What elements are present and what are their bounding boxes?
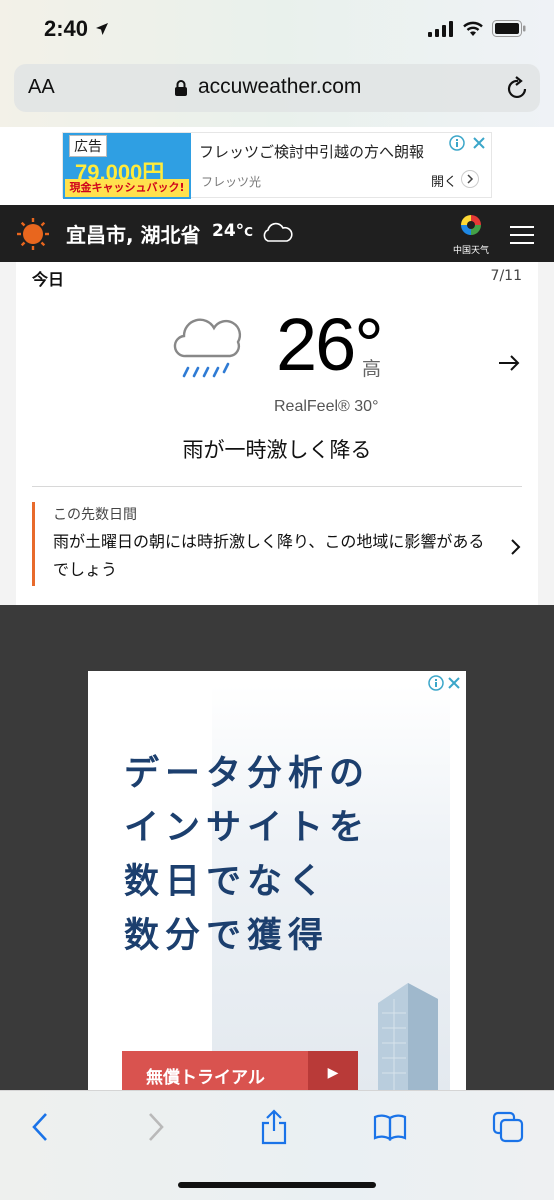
ad-badge: 広告 — [69, 135, 107, 157]
status-indicators — [428, 20, 526, 37]
wifi-icon — [463, 21, 483, 36]
ad-banner-large[interactable]: データ分析の インサイトを 数日でなく 数分で獲得 無償トライアル ▶ — [88, 671, 466, 1090]
play-arrow-icon: ▶ — [308, 1051, 358, 1090]
location-name[interactable]: 宜昌市, 湖北省 — [66, 219, 201, 248]
forward-button[interactable] — [136, 1109, 176, 1145]
heavy-rain-icon — [173, 318, 242, 378]
logo-text: 中国天气 — [452, 246, 489, 256]
divider — [32, 486, 522, 487]
location-arrow-icon — [96, 23, 108, 35]
book-icon — [373, 1114, 407, 1141]
text-size-button[interactable]: AA — [28, 76, 55, 99]
ad-close-icon[interactable] — [471, 135, 487, 151]
ad-area: データ分析の インサイトを 数日でなく 数分で獲得 無償トライアル ▶ — [0, 605, 554, 1090]
signal-icon — [428, 20, 453, 37]
chevron-left-icon — [32, 1113, 47, 1141]
chevron-right-icon — [149, 1113, 164, 1141]
temperature-label: 高 — [362, 358, 382, 380]
sun-logo-icon[interactable] — [16, 217, 50, 251]
arrow-right-icon[interactable] — [498, 354, 520, 372]
back-button[interactable] — [20, 1109, 60, 1145]
card-title: 今日 — [32, 270, 65, 289]
ad-headline[interactable]: フレッツご検討中引越の方へ朗報 — [199, 141, 424, 162]
pinwheel-logo-icon — [461, 215, 481, 235]
tabs-icon — [492, 1111, 524, 1143]
ad-close-icon[interactable] — [446, 675, 462, 691]
battery-icon — [492, 20, 526, 37]
china-weather-logo[interactable]: 中国天气 — [450, 213, 492, 256]
free-trial-button[interactable]: 無償トライアル ▶ — [122, 1051, 358, 1090]
lock-icon — [175, 80, 187, 96]
ad-cash-label: 現金キャッシュバック! — [65, 179, 189, 197]
today-section: 今日 7/11 26° 高 RealFeel® 30° 雨が一時激しく降る この… — [0, 262, 554, 605]
menu-icon[interactable] — [510, 225, 534, 245]
reload-icon[interactable] — [506, 75, 530, 101]
share-button[interactable] — [254, 1109, 294, 1145]
url-text[interactable]: accuweather.com — [198, 75, 361, 99]
ad-headline-line: 数日でなく — [124, 862, 330, 902]
ad-open-label[interactable]: 開く — [431, 171, 457, 190]
ad-headline-line: データ分析の — [124, 754, 371, 794]
home-indicator[interactable] — [178, 1182, 376, 1188]
header-temperature: 24°C — [212, 221, 253, 241]
cloud-icon — [263, 222, 293, 242]
site-header: 宜昌市, 湖北省 24°C 中国天气 — [0, 205, 554, 262]
address-bar[interactable]: AA accuweather.com — [14, 64, 540, 112]
ad-headline-line: インサイトを — [124, 808, 371, 848]
weather-phrase: 雨が一時激しく降る — [182, 438, 372, 462]
alert-text: 雨が土曜日の朝には時折激しく降り、この地域に影響があるでしょう — [53, 532, 485, 579]
cta-label: 無償トライアル — [146, 1068, 265, 1088]
ad-info-icon[interactable] — [449, 135, 465, 151]
tabs-button[interactable] — [488, 1109, 528, 1145]
ad-banner-image: 広告 79,000円 現金キャッシュバック! — [63, 133, 191, 199]
alert-label: この先数日間 — [53, 507, 137, 523]
ad-sponsor: フレッツ光 — [201, 175, 262, 189]
forecast-alert[interactable]: この先数日間 雨が土曜日の朝には時折激しく降り、この地域に影響があるでしょう — [32, 502, 522, 586]
chevron-right-icon[interactable] — [461, 170, 479, 188]
realfeel-value: RealFeel® 30° — [274, 398, 379, 415]
building-image — [378, 983, 438, 1090]
chevron-right-icon[interactable] — [510, 538, 522, 556]
today-card[interactable]: 今日 7/11 26° 高 RealFeel® 30° 雨が一時激しく降る この… — [16, 262, 538, 605]
ad-info-icon[interactable] — [428, 675, 444, 691]
share-icon — [261, 1109, 287, 1145]
ad-headline-line: 数分で獲得 — [124, 916, 330, 956]
ad-banner-top[interactable]: 広告 79,000円 現金キャッシュバック! フレッツご検討中引越の方へ朗報 フ… — [62, 132, 492, 199]
browser-top-bar: 2:40 AA accuweather.com — [0, 0, 554, 127]
status-time: 2:40 — [44, 16, 89, 41]
card-date: 7/11 — [490, 268, 522, 284]
bookmarks-button[interactable] — [370, 1109, 410, 1145]
